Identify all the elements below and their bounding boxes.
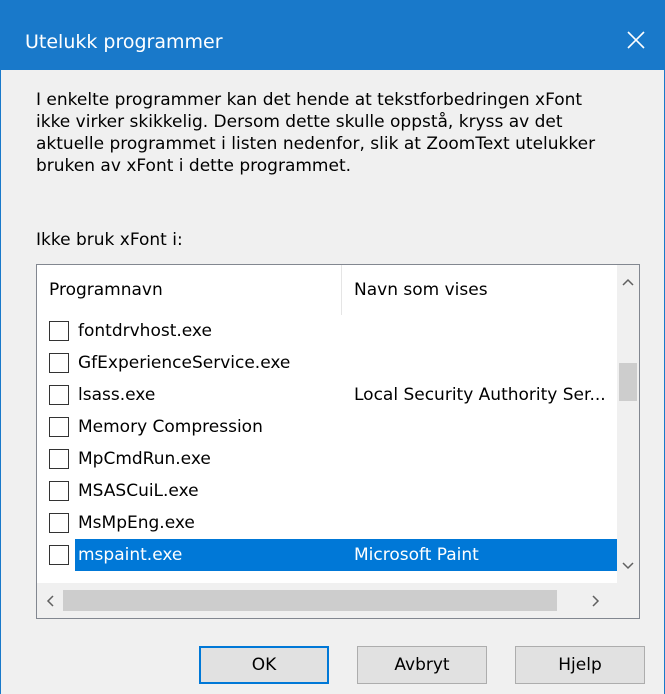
row-program-name: MsMpEng.exe bbox=[78, 513, 195, 533]
list-rows: fontdrvhost.exe GfExperienceService.exe … bbox=[37, 315, 617, 571]
vertical-scroll-thumb[interactable] bbox=[619, 363, 637, 401]
row-program-name: Memory Compression bbox=[78, 417, 263, 437]
description-text: I enkelte programmer kan det hende at te… bbox=[36, 90, 596, 176]
column-header-program-name[interactable]: Programnavn bbox=[37, 265, 342, 315]
scroll-left-button[interactable] bbox=[37, 583, 63, 618]
row-checkbox[interactable] bbox=[49, 449, 69, 469]
chevron-up-icon bbox=[622, 278, 634, 286]
column-header-display-name[interactable]: Navn som vises bbox=[342, 265, 617, 315]
help-button[interactable]: Hjelp bbox=[515, 646, 645, 684]
vertical-scrollbar[interactable] bbox=[617, 265, 639, 583]
list-row[interactable]: Memory Compression bbox=[37, 411, 617, 443]
row-program-name: MpCmdRun.exe bbox=[78, 449, 211, 469]
row-checkbox[interactable] bbox=[49, 353, 69, 373]
scroll-right-button[interactable] bbox=[583, 583, 609, 618]
row-checkbox[interactable] bbox=[49, 513, 69, 533]
scroll-down-button[interactable] bbox=[617, 555, 639, 577]
horizontal-scrollbar[interactable] bbox=[37, 583, 639, 618]
cancel-button[interactable]: Avbryt bbox=[357, 646, 487, 684]
row-program-name: lsass.exe bbox=[78, 385, 156, 405]
close-button[interactable] bbox=[608, 16, 664, 64]
row-checkbox[interactable] bbox=[49, 321, 69, 341]
scroll-up-button[interactable] bbox=[617, 271, 639, 293]
row-display-name: Microsoft Paint bbox=[354, 545, 479, 565]
dialog-title: Utelukk programmer bbox=[25, 31, 223, 53]
list-row[interactable]: MsMpEng.exe bbox=[37, 507, 617, 539]
scrollbar-corner bbox=[617, 583, 639, 618]
list-row-selected[interactable]: mspaint.exe Microsoft Paint bbox=[37, 539, 617, 571]
row-program-name: fontdrvhost.exe bbox=[78, 321, 212, 341]
row-program-name: MSASCuiL.exe bbox=[78, 481, 199, 501]
list-label: Ikke bruk xFont i: bbox=[36, 230, 183, 250]
row-checkbox[interactable] bbox=[49, 417, 69, 437]
row-checkbox[interactable] bbox=[49, 385, 69, 405]
row-checkbox[interactable] bbox=[49, 545, 69, 565]
chevron-down-icon bbox=[622, 562, 634, 570]
list-row[interactable]: fontdrvhost.exe bbox=[37, 315, 617, 347]
ok-button[interactable]: OK bbox=[199, 646, 329, 684]
dialog-window: Utelukk programmer I enkelte programmer … bbox=[0, 0, 665, 694]
chevron-left-icon bbox=[46, 594, 54, 607]
program-listview[interactable]: Programnavn Navn som vises fontdrvhost.e… bbox=[36, 264, 640, 619]
horizontal-scroll-thumb[interactable] bbox=[63, 590, 557, 611]
list-row[interactable]: MSASCuiL.exe bbox=[37, 475, 617, 507]
list-row[interactable]: GfExperienceService.exe bbox=[37, 347, 617, 379]
title-bar[interactable]: Utelukk programmer bbox=[1, 0, 664, 70]
close-icon bbox=[627, 31, 645, 49]
row-program-name: GfExperienceService.exe bbox=[78, 353, 291, 373]
list-row[interactable]: MpCmdRun.exe bbox=[37, 443, 617, 475]
row-program-name: mspaint.exe bbox=[78, 545, 183, 565]
row-display-name: Local Security Authority Ser... bbox=[354, 385, 606, 405]
chevron-right-icon bbox=[592, 594, 600, 607]
row-checkbox[interactable] bbox=[49, 481, 69, 501]
list-row[interactable]: lsass.exe Local Security Authority Ser..… bbox=[37, 379, 617, 411]
